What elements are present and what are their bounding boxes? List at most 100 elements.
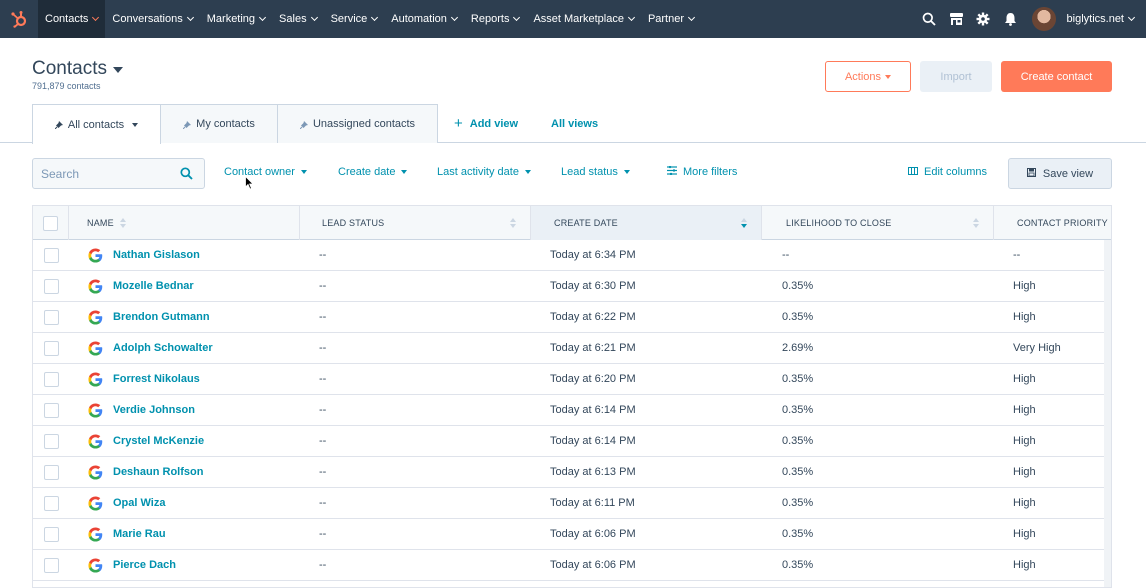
contact-name-link[interactable]: Verdie Johnson (113, 404, 195, 416)
contact-name-link[interactable]: Pierce Dach (113, 559, 176, 571)
add-view-link[interactable]: + Add view (454, 104, 518, 143)
horizontal-scroll-area[interactable] (1104, 240, 1111, 587)
row-checkbox[interactable] (43, 464, 59, 480)
column-header-lead-status[interactable]: LEAD STATUS (300, 206, 531, 240)
gear-icon[interactable] (970, 0, 997, 38)
all-views-link[interactable]: All views (551, 104, 598, 143)
nav-marketing[interactable]: Marketing (200, 0, 272, 38)
row-checkbox[interactable] (43, 278, 59, 294)
row-select-cell (33, 395, 69, 425)
create-date-cell: Today at 6:21 PM (550, 342, 636, 354)
nav-sales[interactable]: Sales (272, 0, 324, 38)
name-cell: Deshaun Rolfson (88, 457, 203, 487)
top-navigation: Contacts Conversations Marketing Sales S… (0, 0, 1146, 38)
contact-name-link[interactable]: Nathan Gislason (113, 249, 200, 261)
row-select-cell (33, 364, 69, 394)
filter-label: Last activity date (437, 166, 519, 178)
tab-my-contacts[interactable]: My contacts (160, 104, 278, 143)
contact-name-link[interactable]: Brendon Gutmann (113, 311, 210, 323)
likelihood-cell: 0.35% (782, 435, 814, 447)
account-name[interactable]: biglytics.net (1067, 13, 1124, 25)
pin-icon (299, 120, 308, 129)
nav-label: Reports (470, 13, 510, 25)
contact-name-link[interactable]: Crystel McKenzie (113, 435, 204, 447)
table-row[interactable]: Nathan Gislason -- Today at 6:34 PM -- -- (33, 240, 1111, 271)
row-select-cell (33, 271, 69, 301)
chevron-down-icon[interactable] (1127, 13, 1136, 22)
nav-reports[interactable]: Reports (464, 0, 527, 38)
row-checkbox[interactable] (43, 371, 59, 387)
google-icon (88, 309, 103, 325)
contact-name-link[interactable]: Forrest Nikolaus (113, 373, 200, 385)
bell-icon[interactable] (997, 0, 1024, 38)
tab-all-contacts[interactable]: All contacts (32, 104, 161, 144)
avatar[interactable] (1031, 7, 1056, 31)
column-header-create-date[interactable]: CREATE DATE (531, 206, 762, 240)
table-row[interactable]: Deshaun Rolfson -- Today at 6:13 PM 0.35% Hi… (33, 457, 1111, 488)
row-checkbox[interactable] (43, 309, 59, 325)
table-row[interactable]: Mozelle Bednar -- Today at 6:30 PM 0.35% Hig… (33, 271, 1111, 302)
table-row[interactable]: Opal Wiza -- Today at 6:11 PM 0.35% High (33, 488, 1111, 519)
search-icon[interactable] (916, 0, 943, 38)
column-header-likelihood-to-close[interactable]: LIKELIHOOD TO CLOSE (762, 206, 994, 240)
row-checkbox[interactable] (43, 433, 59, 449)
contact-name-link[interactable]: Adolph Schowalter (113, 342, 213, 354)
column-header-contact-priority[interactable]: CONTACT PRIORITY (994, 206, 1111, 240)
sort-icon (510, 218, 516, 228)
nav-asset-marketplace[interactable]: Asset Marketplace (526, 0, 640, 38)
nav-label: Automation (391, 13, 447, 25)
row-checkbox[interactable] (43, 557, 59, 573)
select-all-checkbox[interactable] (43, 215, 58, 231)
row-checkbox[interactable] (43, 526, 59, 542)
marketplace-icon[interactable] (943, 0, 970, 38)
row-checkbox[interactable] (43, 495, 59, 511)
edit-columns-button[interactable]: Edit columns (908, 166, 987, 178)
contact-name-link[interactable]: Deshaun Rolfson (113, 466, 203, 478)
table-row[interactable]: Brendon Gutmann -- Today at 6:22 PM 0.35% Hi… (33, 302, 1111, 333)
table-row[interactable]: Pierce Dach -- Today at 6:06 PM 0.35% High (33, 550, 1111, 581)
row-checkbox[interactable] (43, 402, 59, 418)
hubspot-sprocket-icon[interactable] (0, 0, 38, 38)
contact-name-link[interactable]: Mozelle Bednar (113, 280, 194, 292)
google-icon (88, 340, 103, 356)
nav-conversations[interactable]: Conversations (105, 0, 199, 38)
nav-service[interactable]: Service (324, 0, 385, 38)
table-row[interactable]: Marie Rau -- Today at 6:06 PM 0.35% High (33, 519, 1111, 550)
page-title[interactable]: Contacts (32, 58, 123, 80)
row-checkbox[interactable] (43, 247, 59, 263)
search-icon[interactable] (180, 167, 193, 183)
lead-status-filter[interactable]: Lead status (561, 166, 630, 178)
last-activity-date-filter[interactable]: Last activity date (437, 166, 531, 178)
nav-contacts[interactable]: Contacts (38, 0, 106, 38)
actions-label: Actions (844, 70, 882, 83)
chevron-down-icon (186, 13, 194, 22)
more-filters-button[interactable]: More filters (667, 165, 737, 178)
row-checkbox[interactable] (43, 340, 59, 356)
column-header-name[interactable]: NAME (69, 206, 300, 240)
search-input[interactable] (41, 166, 171, 181)
google-icon (88, 247, 103, 263)
create-contact-button[interactable]: Create contact (1001, 61, 1112, 92)
contact-owner-filter[interactable]: Contact owner (224, 166, 307, 178)
table-row[interactable]: Adolph Schowalter -- Today at 6:21 PM 2.69%… (33, 333, 1111, 364)
filter-label: Lead status (561, 166, 618, 178)
mouse-pointer-icon (245, 175, 254, 193)
nav-partner[interactable]: Partner (641, 0, 701, 38)
likelihood-cell: -- (782, 249, 790, 261)
search-box[interactable] (32, 158, 205, 189)
nav-automation[interactable]: Automation (384, 0, 464, 38)
create-date-filter[interactable]: Create date (338, 166, 408, 178)
caret-down-icon[interactable] (112, 67, 123, 73)
contact-name-link[interactable]: Opal Wiza (113, 497, 165, 509)
table-row[interactable]: Forrest Nikolaus -- Today at 6:20 PM 0.35% H… (33, 364, 1111, 395)
contact-name-link[interactable]: Marie Rau (113, 528, 166, 540)
import-button[interactable]: Import (920, 61, 992, 92)
name-cell: Nathan Gislason (88, 240, 200, 270)
tab-unassigned-contacts[interactable]: Unassigned contacts (277, 104, 438, 143)
table-row[interactable]: Verdie Johnson -- Today at 6:14 PM 0.35% Hig… (33, 395, 1111, 426)
actions-button[interactable]: Actions (825, 61, 911, 92)
lead-status-cell: -- (319, 342, 327, 354)
page-title-text: Contacts (32, 58, 107, 79)
table-row[interactable]: Crystel McKenzie -- Today at 6:14 PM 0.35% H… (33, 426, 1111, 457)
save-view-button[interactable]: Save view (1008, 158, 1112, 189)
